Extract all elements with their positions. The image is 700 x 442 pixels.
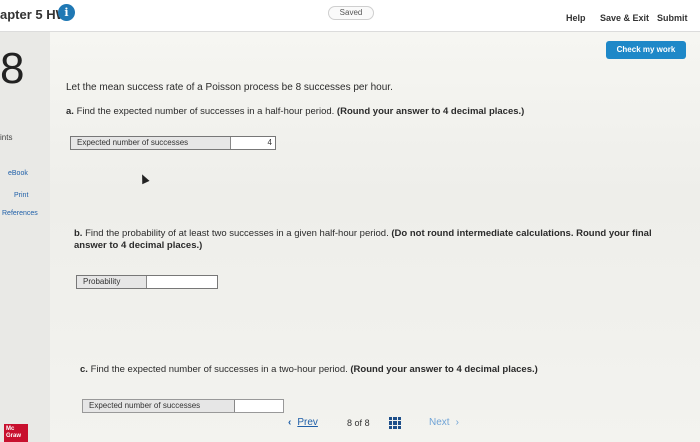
chevron-right-icon: › (455, 417, 459, 428)
part-b-question: Find the probability of at least two suc… (85, 228, 389, 239)
page-current: 8 (347, 418, 353, 428)
part-a-answer-row: Expected number of successes 4 (70, 136, 276, 150)
ebook-link[interactable]: eBook (8, 170, 28, 177)
part-c-answer-input[interactable] (235, 400, 283, 412)
next-label: Next (429, 417, 450, 428)
part-b-answer-input[interactable] (147, 276, 217, 288)
part-c-question: Find the expected number of successes in… (90, 364, 348, 375)
page-indicator: 8 of 8 (347, 418, 370, 428)
submit-link[interactable]: Submit (657, 13, 688, 23)
part-a-text: a. Find the expected number of successes… (66, 106, 626, 118)
page-of: of (354, 418, 363, 428)
part-a-letter: a. (66, 106, 74, 117)
part-c-letter: c. (80, 364, 88, 375)
part-b-letter: b. (74, 228, 83, 239)
part-a-question: Find the expected number of successes in… (76, 106, 335, 117)
print-link[interactable]: Print (14, 192, 28, 199)
part-c-text: c. Find the expected number of successes… (80, 364, 640, 376)
part-b-answer-label: Probability (77, 276, 147, 288)
top-bar: apter 5 HW i Saved Help Save & Exit Subm… (0, 0, 700, 32)
part-a-answer-label: Expected number of successes (71, 137, 231, 149)
chevron-left-icon: ‹ (288, 417, 292, 428)
check-my-work-button[interactable]: Check my work (606, 41, 686, 59)
page-total: 8 (364, 418, 370, 428)
part-b-answer-row: Probability (76, 275, 218, 289)
part-c-note: (Round your answer to 4 decimal places.) (350, 364, 538, 375)
part-b-text: b. Find the probability of at least two … (74, 228, 664, 252)
prev-label: Prev (297, 417, 318, 428)
help-link[interactable]: Help (566, 13, 586, 23)
logo-line2: Graw (6, 433, 22, 439)
part-c-answer-label: Expected number of successes (83, 400, 235, 412)
save-exit-link[interactable]: Save & Exit (600, 13, 649, 23)
question-number: 8 (0, 44, 25, 93)
points-label: ints (0, 133, 13, 142)
part-a-answer-input[interactable]: 4 (231, 137, 275, 149)
mcgraw-logo: Mc Graw (4, 424, 28, 442)
part-c-answer-row: Expected number of successes (82, 399, 284, 413)
question-prompt: Let the mean success rate of a Poisson p… (66, 82, 393, 93)
references-link[interactable]: References (2, 210, 38, 217)
part-a-note: (Round your answer to 4 decimal places.) (336, 106, 525, 117)
saved-badge: Saved (328, 6, 374, 20)
info-icon[interactable]: i (58, 4, 75, 21)
next-button[interactable]: Next › (429, 417, 459, 428)
logo-line1: Mc (6, 426, 15, 432)
prev-button[interactable]: ‹ Prev (288, 417, 318, 428)
question-grid-icon[interactable] (389, 417, 401, 429)
